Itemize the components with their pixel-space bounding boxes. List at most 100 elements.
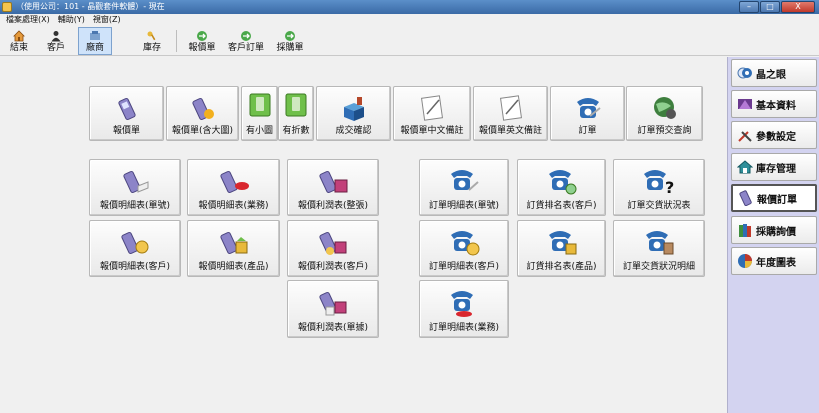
quote-profit-by-document-label: 報價利潤表(單據) [297, 323, 369, 333]
globe-icon [653, 97, 676, 119]
sidebar-item-annual-chart[interactable]: 年度圖表 [731, 247, 817, 275]
order-delivery-detail-button[interactable]: 訂單交貨狀況明細 [613, 220, 705, 277]
order-ranking-by-customer-button[interactable]: 訂貨排名表(客戶) [517, 159, 606, 216]
sidebar-item-label: 基本資料 [756, 100, 796, 112]
minimize-button[interactable]: – [739, 1, 759, 13]
phone-icon [548, 231, 576, 255]
order-delivery-status-label: 訂單交貨狀況表 [627, 201, 691, 211]
deal-confirm-button[interactable]: 成交確認 [316, 86, 391, 141]
order-ranking-by-customer-label: 訂貨排名表(客戶) [526, 201, 597, 211]
sidebar-item-label: 報價訂單 [757, 194, 797, 206]
phone-question-icon: ? [644, 170, 674, 196]
order-delivery-status-button[interactable]: ? 訂單交貨狀況表 [613, 159, 705, 216]
quote-detail-by-sales-button[interactable]: 報價明細表(業務) [187, 159, 280, 216]
menu-window[interactable]: 視窗(Z) [93, 14, 121, 26]
exit-button[interactable]: 結束 [4, 27, 34, 55]
phone-icon [451, 170, 479, 191]
menu-file[interactable]: 檔案處理(X) [6, 14, 50, 26]
vendor-label: 廠商 [85, 43, 104, 53]
quote-profit-by-sheet-button[interactable]: 報價利潤表(整張) [287, 159, 379, 216]
quote-detail-by-number-button[interactable]: 報價明細表(單號) [89, 159, 181, 216]
phone-icon [739, 190, 752, 206]
order-delivery-detail-label: 訂單交貨狀況明細 [622, 262, 695, 272]
order-detail-by-number-button[interactable]: 訂單明細表(單號) [419, 159, 509, 216]
phone-icon [451, 231, 480, 256]
quote-form-button[interactable]: 報價單 [89, 86, 164, 141]
quote-chinese-note-button[interactable]: 報價單中文備註 [393, 86, 471, 141]
sidebar-item-inventory[interactable]: 庫存管理 [731, 153, 817, 181]
window-controls: – □ X [739, 1, 815, 13]
customer-button[interactable]: 客戶 [40, 27, 72, 55]
quote-english-note-button[interactable]: 報價單英文備註 [473, 86, 548, 141]
sidebar-item-label: 參數設定 [756, 131, 796, 143]
quote-profit-by-customer-button[interactable]: 報價利潤表(客戶) [287, 220, 379, 277]
quote-profit-by-customer-label: 報價利潤表(客戶) [297, 262, 369, 272]
phone-icon [646, 231, 674, 255]
note-paper-icon [499, 95, 522, 121]
sidebar-item-settings[interactable]: 參數設定 [731, 121, 817, 149]
deal-confirm-label: 成交確認 [335, 126, 372, 136]
inventory-label: 庫存 [142, 43, 161, 53]
quote-english-note-label: 報價單英文備註 [478, 126, 542, 136]
mobile-phone-icon [121, 231, 149, 255]
discount-button[interactable]: 有折數 [278, 86, 314, 141]
quote-form-label: 報價單 [112, 126, 140, 136]
order-button[interactable]: 訂單 [550, 86, 625, 141]
basic-data-icon [738, 99, 752, 109]
eye-icon [737, 67, 752, 79]
sidebar-item-label: 採購詢價 [756, 226, 796, 238]
order-label: 訂單 [578, 126, 597, 136]
quote-large-image-button[interactable]: 報價單(含大圖) [166, 86, 239, 141]
pie-chart-icon [738, 254, 752, 268]
stamp-box-icon [343, 97, 364, 121]
sidebar-item-basic-data[interactable]: 基本資料 [731, 90, 817, 118]
purchase-order-button[interactable]: 採購單 [272, 27, 308, 55]
sidebar-item-purchase-inquiry[interactable]: 採購詢價 [731, 216, 817, 244]
sidebar-item-label: 晶之眼 [756, 69, 786, 81]
mobile-phone-icon [219, 170, 249, 194]
toolbar-separator [176, 30, 177, 52]
window-title: （使用公司：101 - 晶觀套件軟體）- 現在 [16, 2, 165, 11]
exit-label: 結束 [9, 43, 28, 53]
mobile-phone-icon [319, 231, 347, 255]
sidebar-item-eye[interactable]: 晶之眼 [731, 59, 817, 87]
sidebar-item-quote-order[interactable]: 報價訂單 [731, 184, 817, 212]
phone-icon [548, 170, 576, 195]
inventory-button[interactable]: 庫存 [136, 27, 168, 55]
quote-button[interactable]: 報價單 [184, 27, 220, 55]
books-icon [739, 224, 751, 237]
close-button[interactable]: X [781, 1, 815, 13]
customer-icon [51, 31, 61, 42]
mobile-phone-icon [319, 170, 348, 194]
order-due-query-button[interactable]: 訂單預交查詢 [626, 86, 703, 141]
customer-order-icon [241, 31, 251, 41]
purchase-order-icon [285, 31, 295, 41]
mobile-phone-icon [319, 291, 347, 316]
order-ranking-by-product-button[interactable]: 訂貨排名表(產品) [517, 220, 606, 277]
quote-chinese-note-label: 報價單中文備註 [400, 126, 464, 136]
phone-icon [451, 291, 473, 317]
quote-profit-by-document-button[interactable]: 報價利潤表(單據) [287, 280, 379, 338]
vendor-button[interactable]: 廠商 [78, 27, 112, 55]
order-detail-by-sales-label: 訂單明細表(業務) [428, 323, 500, 333]
maximize-button[interactable]: □ [760, 1, 780, 13]
quote-detail-by-customer-label: 報價明細表(客戶) [99, 262, 171, 272]
house-icon [737, 160, 753, 174]
small-image-button[interactable]: 有小圖 [241, 86, 278, 141]
title-bar: （使用公司：101 - 晶觀套件軟體）- 現在 – □ X [0, 0, 819, 14]
order-detail-by-sales-button[interactable]: 訂單明細表(業務) [419, 280, 509, 338]
mobile-phone-icon [123, 170, 149, 194]
quote-detail-by-number-label: 報價明細表(單號) [99, 201, 171, 211]
customer-order-button[interactable]: 客戶訂單 [224, 27, 268, 55]
sidebar: 晶之眼 基本資料 參數設定 庫存管理 報價訂單 採購詢價 年度圖表 [727, 57, 819, 413]
toolbar: 結束 客戶 廠商 庫存 報價單 客戶訂單 採購單 [0, 26, 819, 56]
note-paper-icon [420, 95, 444, 121]
order-detail-by-customer-button[interactable]: 訂單明細表(客戶) [419, 220, 509, 277]
menu-help[interactable]: 輔助(Y) [58, 14, 85, 26]
quote-detail-by-product-button[interactable]: 報價明細表(產品) [187, 220, 280, 277]
quote-detail-by-customer-button[interactable]: 報價明細表(客戶) [89, 220, 181, 277]
mobile-phone-icon [191, 97, 214, 121]
green-device-icon [285, 93, 307, 117]
mobile-phone-icon [219, 231, 247, 255]
svg-text:?: ? [665, 178, 674, 196]
